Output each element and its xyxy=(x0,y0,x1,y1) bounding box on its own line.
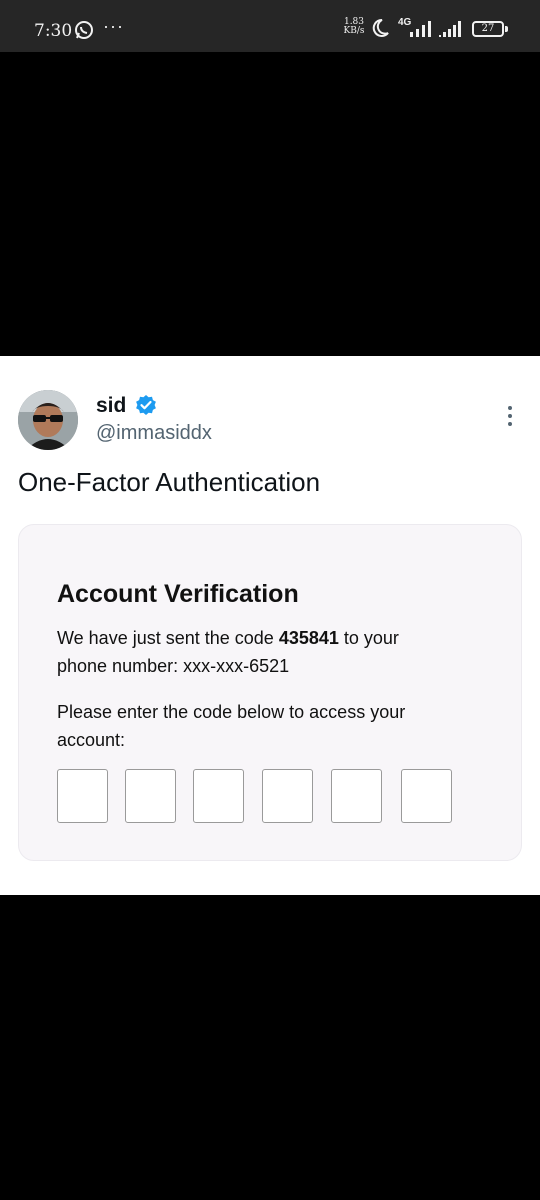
status-bar: 7:30 ··· 1.83 KB/s 4G 27 xyxy=(0,0,540,52)
whatsapp-icon xyxy=(75,21,93,39)
battery-icon: 27 xyxy=(472,21,508,37)
user-name[interactable]: sid xyxy=(96,394,126,418)
tweet-media[interactable]: Account Verification We have just sent t… xyxy=(18,524,522,861)
signal-icon xyxy=(410,21,431,37)
avatar[interactable] xyxy=(18,390,78,450)
code-input-group xyxy=(57,769,457,823)
signal-icon xyxy=(439,21,461,37)
message-suffix: to your xyxy=(338,628,399,648)
verification-title: Account Verification xyxy=(57,580,299,608)
net-speed-unit: KB/s xyxy=(343,26,365,36)
moon-icon xyxy=(372,18,389,37)
code-box[interactable] xyxy=(331,769,382,823)
verification-code: 435841 xyxy=(278,628,339,648)
tweet-card[interactable]: sid @immasiddx One-Factor Authentication… xyxy=(0,356,540,895)
user-handle[interactable]: @immasiddx xyxy=(96,422,212,445)
instruction-line: Please enter the code below to access yo… xyxy=(57,702,406,722)
avatar-image xyxy=(18,390,78,450)
message-prefix: We have just sent the code xyxy=(57,628,279,648)
more-options-icon[interactable] xyxy=(502,404,518,428)
instruction-line-2: account: xyxy=(57,730,126,750)
code-box[interactable] xyxy=(125,769,176,823)
code-box[interactable] xyxy=(262,769,313,823)
phone-number-line: phone number: xxx-xxx-6521 xyxy=(57,656,290,676)
code-box[interactable] xyxy=(193,769,244,823)
verified-badge-icon xyxy=(136,395,156,415)
code-box[interactable] xyxy=(57,769,108,823)
tweet-text: One-Factor Authentication xyxy=(18,467,321,497)
verification-message: We have just sent the code 435841 to you… xyxy=(57,625,477,652)
code-box[interactable] xyxy=(401,769,452,823)
net-speed: 1.83 KB/s xyxy=(342,18,366,36)
more-notifications-icon: ··· xyxy=(103,16,124,36)
status-time: 7:30 xyxy=(34,21,73,41)
